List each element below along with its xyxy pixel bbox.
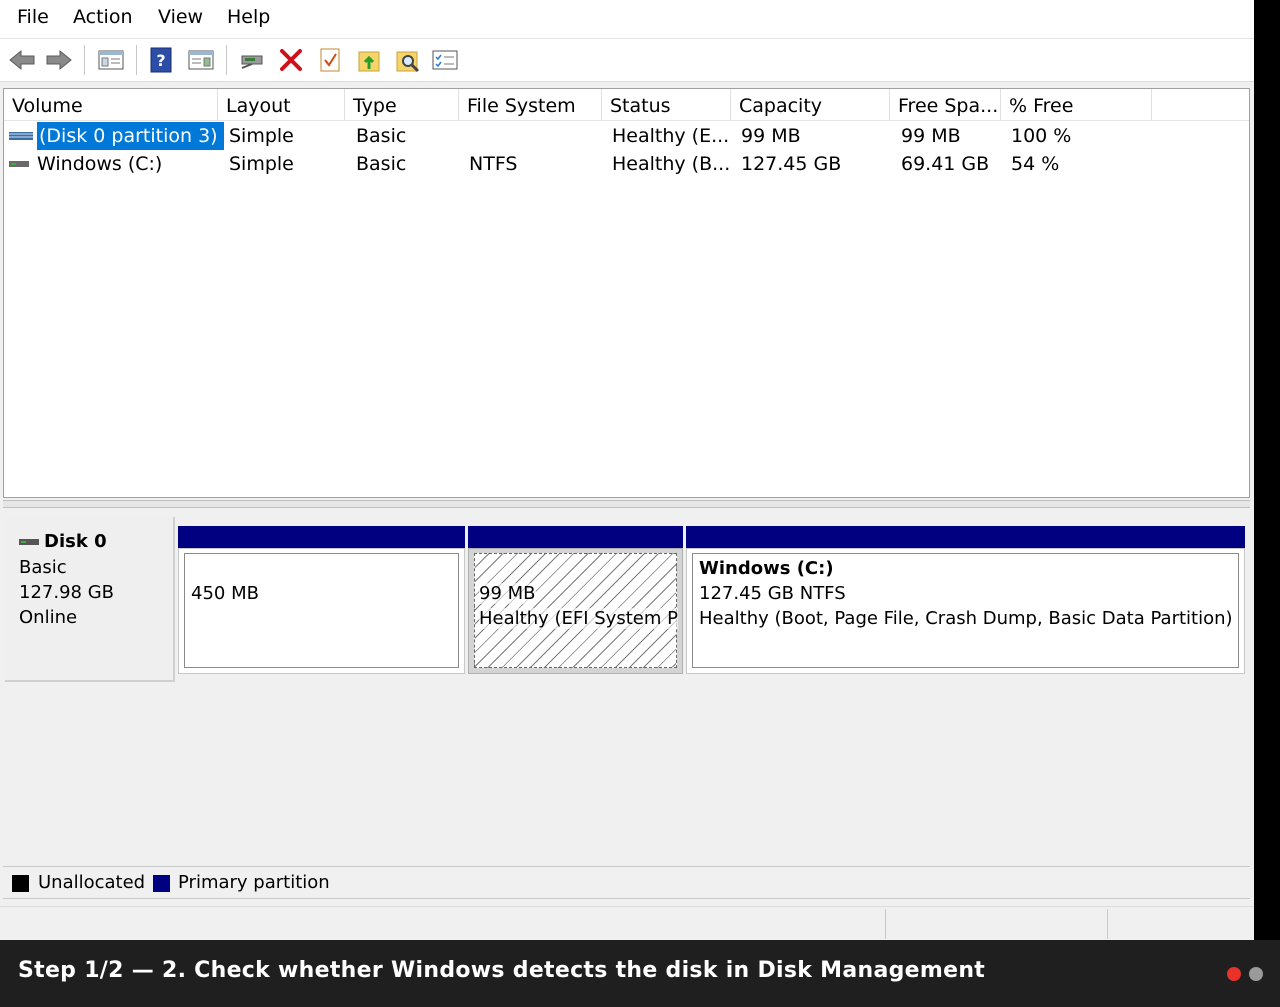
caption-text: Step 1/2 — 2. Check whether Windows dete… xyxy=(18,958,986,983)
type-cell: Basic xyxy=(356,153,407,175)
status-separator xyxy=(1107,909,1108,939)
column-header-status[interactable]: Status xyxy=(602,89,731,121)
status-cell: Healthy (E... xyxy=(612,125,730,147)
legend: Unallocated Primary partition xyxy=(3,866,1250,899)
unallocated-swatch xyxy=(12,875,29,892)
toolbar-separator xyxy=(84,45,85,75)
pane-splitter[interactable] xyxy=(3,500,1250,508)
disk-state: Online xyxy=(19,607,78,628)
drive-volume-icon xyxy=(9,161,29,167)
tutorial-caption-bar: Step 1/2 — 2. Check whether Windows dete… xyxy=(0,940,1280,1007)
table-row[interactable]: Windows (C:) Simple Basic NTFS Healthy (… xyxy=(4,150,1249,178)
percent-cell: 54 % xyxy=(1011,153,1060,175)
partition-efi[interactable]: 99 MB Healthy (EFI System P xyxy=(468,526,683,674)
legend-unallocated: Unallocated xyxy=(38,872,146,893)
folder-up-icon[interactable] xyxy=(355,45,385,75)
menu-action[interactable]: Action xyxy=(73,6,133,28)
menu-help[interactable]: Help xyxy=(227,6,270,28)
volume-cell[interactable]: Windows (C:) xyxy=(9,150,162,178)
fs-cell: NTFS xyxy=(469,153,518,175)
partition-size: 99 MB xyxy=(479,583,536,604)
window-edge xyxy=(1254,0,1280,940)
toolbar-separator xyxy=(136,45,137,75)
toolbar-separator xyxy=(226,45,227,75)
column-header-layout[interactable]: Layout xyxy=(218,89,345,121)
primary-swatch xyxy=(153,875,170,892)
partition-type-bar xyxy=(178,526,465,548)
table-row[interactable]: (Disk 0 partition 3) Simple Basic Health… xyxy=(4,122,1249,150)
folder-search-icon[interactable] xyxy=(393,45,423,75)
connect-drive-icon[interactable] xyxy=(237,45,267,75)
partition-body: 99 MB Healthy (EFI System P xyxy=(474,553,678,668)
partition-windows[interactable]: Windows (C:) 127.45 GB NTFS Healthy (Boo… xyxy=(686,526,1245,674)
volume-cell[interactable]: (Disk 0 partition 3) xyxy=(9,122,224,150)
free-cell: 99 MB xyxy=(901,125,961,147)
menu-file[interactable]: File xyxy=(17,6,49,28)
partition-size: 127.45 GB NTFS xyxy=(699,583,846,604)
type-cell: Basic xyxy=(356,125,407,147)
volume-name: Windows (C:) xyxy=(37,153,163,175)
partition-type-bar xyxy=(468,526,683,548)
partition-type-bar xyxy=(686,526,1245,548)
partition-recovery[interactable]: 450 MB xyxy=(178,526,465,674)
console-tree-icon[interactable] xyxy=(96,45,126,75)
column-header-file-system[interactable]: File System xyxy=(459,89,602,121)
column-header-percent-free[interactable]: % Free xyxy=(1001,89,1152,121)
disk-type: Basic xyxy=(19,557,67,578)
list-header: Volume Layout Type File System Status Ca… xyxy=(4,89,1249,121)
svg-text:?: ? xyxy=(156,51,165,70)
volume-list: Volume Layout Type File System Status Ca… xyxy=(3,88,1250,498)
disk-info-panel[interactable]: Disk 0 Basic 127.98 GB Online xyxy=(5,517,175,682)
column-header-capacity[interactable]: Capacity xyxy=(731,89,890,121)
layout-cell: Simple xyxy=(229,153,294,175)
striped-volume-icon xyxy=(9,132,33,140)
layout-cell: Simple xyxy=(229,125,294,147)
back-arrow-icon[interactable] xyxy=(7,45,37,75)
partition-size: 450 MB xyxy=(191,583,259,604)
step-dot-active[interactable] xyxy=(1227,967,1241,981)
partition-status: Healthy (EFI System P xyxy=(479,608,678,629)
partition-status: Healthy (Boot, Page File, Crash Dump, Ba… xyxy=(699,608,1233,629)
menu-bar: File Action View Help xyxy=(0,0,1254,38)
column-header-type[interactable]: Type xyxy=(345,89,459,121)
delete-icon[interactable] xyxy=(276,45,306,75)
disk-management-window: File Action View Help ? Volume Layout Ty… xyxy=(0,0,1254,940)
volume-name: (Disk 0 partition 3) xyxy=(37,122,224,150)
status-cell: Healthy (B... xyxy=(612,153,731,175)
column-header-volume[interactable]: Volume xyxy=(4,89,218,121)
forward-arrow-icon[interactable] xyxy=(44,45,74,75)
partition-label: Windows (C:) xyxy=(699,558,834,579)
properties-icon[interactable] xyxy=(186,45,216,75)
partition-body: 450 MB xyxy=(184,553,459,668)
disk-size: 127.98 GB xyxy=(19,582,115,603)
capacity-cell: 99 MB xyxy=(741,125,801,147)
status-separator xyxy=(885,909,886,939)
step-dot-inactive[interactable] xyxy=(1249,967,1263,981)
disk-graphical-view: Disk 0 Basic 127.98 GB Online 450 MB 99 … xyxy=(3,512,1250,867)
status-bar xyxy=(0,906,1254,940)
column-header-free-space[interactable]: Free Spa... xyxy=(890,89,1001,121)
menu-view[interactable]: View xyxy=(158,6,203,28)
toolbar: ? xyxy=(0,38,1254,82)
disk-drive-icon xyxy=(19,538,39,545)
capacity-cell: 127.45 GB xyxy=(741,153,842,175)
partition-body: Windows (C:) 127.45 GB NTFS Healthy (Boo… xyxy=(692,553,1239,668)
disk-name-row: Disk 0 xyxy=(19,531,107,552)
disk-name: Disk 0 xyxy=(44,531,107,552)
settings-list-icon[interactable] xyxy=(430,45,460,75)
free-cell: 69.41 GB xyxy=(901,153,990,175)
checklist-icon[interactable] xyxy=(315,45,345,75)
legend-primary: Primary partition xyxy=(178,872,330,893)
percent-cell: 100 % xyxy=(1011,125,1072,147)
help-icon[interactable]: ? xyxy=(147,45,177,75)
